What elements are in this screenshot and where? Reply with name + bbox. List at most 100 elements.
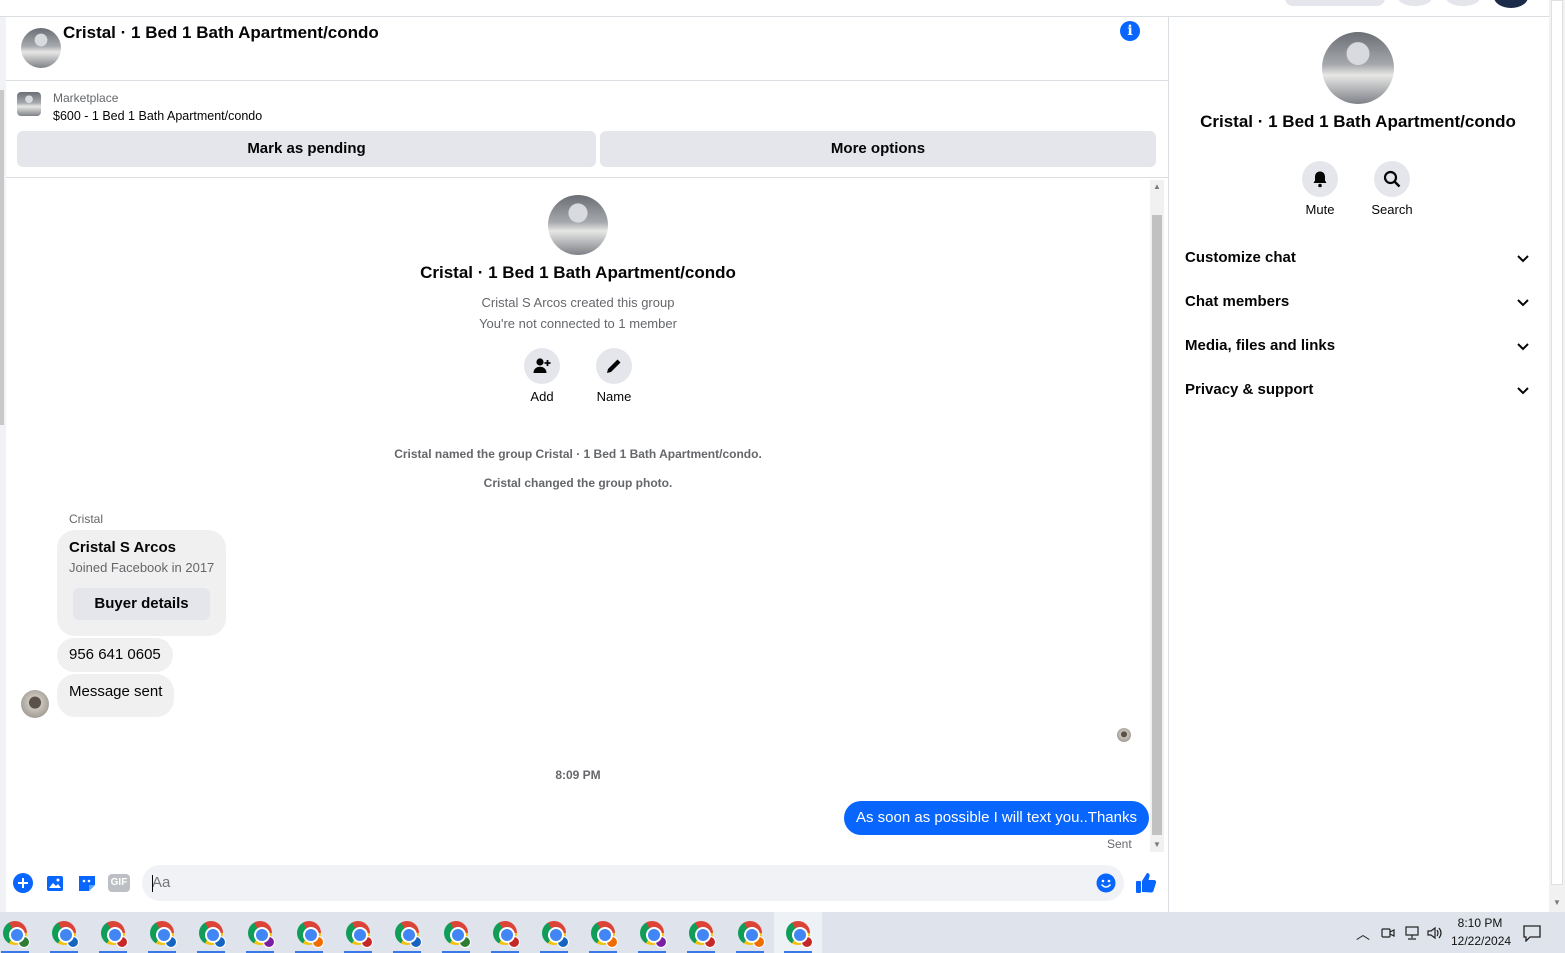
chrome-icon <box>640 920 667 948</box>
show-hidden-icons-icon[interactable]: ︿ <box>1356 924 1370 944</box>
taskbar-chrome-window[interactable] <box>285 912 333 953</box>
search-in-chat-button[interactable] <box>1374 161 1410 197</box>
mute-button[interactable] <box>1302 161 1338 197</box>
bell-icon <box>1313 171 1327 188</box>
chrome-icon <box>52 920 79 948</box>
details-title: Cristal · 1 Bed 1 Bath Apartment/condo <box>1200 112 1516 131</box>
left-scrollbar-thumb[interactable] <box>0 90 4 425</box>
meet-now-icon[interactable] <box>1381 926 1395 940</box>
profile-badge-icon <box>67 935 79 948</box>
chevron-down-icon[interactable] <box>1517 255 1529 263</box>
listing-thumbnail[interactable] <box>17 92 41 116</box>
read-receipt-avatar <box>1117 728 1131 742</box>
plus-circle-icon[interactable] <box>13 873 33 893</box>
scroll-down-arrow-icon[interactable]: ▼ <box>1153 840 1161 849</box>
customize-chat-section[interactable]: Customize chat <box>1185 249 1296 266</box>
group-photo[interactable] <box>548 195 608 255</box>
group-name: Cristal · 1 Bed 1 Bath Apartment/condo <box>420 263 736 282</box>
listing-title[interactable]: $600 - 1 Bed 1 Bath Apartment/condo <box>53 109 262 123</box>
chrome-icon <box>297 920 324 948</box>
outgoing-message-bubble[interactable]: As soon as possible I will text you..Tha… <box>844 801 1149 835</box>
network-icon[interactable] <box>1404 926 1420 940</box>
chrome-icon <box>493 920 520 948</box>
gif-icon[interactable]: GIF <box>108 874 130 892</box>
photo-icon[interactable] <box>45 873 65 893</box>
taskbar-chrome-window[interactable] <box>138 912 186 953</box>
delivery-status: Sent <box>1107 837 1132 851</box>
clock-date[interactable]: 12/22/2024 <box>1451 934 1511 948</box>
taskbar-chrome-window[interactable] <box>530 912 578 953</box>
chrome-icon <box>689 920 716 948</box>
emoji-icon[interactable] <box>1096 873 1116 893</box>
top-search-pill[interactable] <box>1285 0 1385 6</box>
profile-badge-icon <box>655 935 667 948</box>
text-caret <box>152 875 153 892</box>
page-scroll-down-icon[interactable]: ▼ <box>1553 898 1561 907</box>
name-label: Name <box>596 389 632 404</box>
taskbar-chrome-window[interactable] <box>187 912 235 953</box>
taskbar-chrome-window[interactable] <box>40 912 88 953</box>
marketplace-label: Marketplace <box>53 91 119 105</box>
media-files-links-section[interactable]: Media, files and links <box>1185 337 1335 354</box>
pencil-icon <box>607 359 621 373</box>
sticker-icon[interactable] <box>77 873 97 893</box>
profile-badge-icon <box>361 935 373 948</box>
sender-name: Cristal <box>69 512 104 526</box>
chrome-icon <box>738 920 765 948</box>
chrome-icon <box>101 920 128 948</box>
page-scrollbar-thumb[interactable] <box>1551 0 1563 885</box>
chevron-down-icon[interactable] <box>1517 343 1529 351</box>
profile-badge-icon <box>557 935 569 948</box>
taskbar-chrome-window[interactable] <box>432 912 480 953</box>
profile-badge-icon <box>165 935 177 948</box>
buyer-details-button[interactable]: Buyer details <box>73 588 210 620</box>
divider <box>6 177 1168 178</box>
message-input[interactable] <box>152 874 1052 891</box>
taskbar-chrome-window[interactable] <box>677 912 725 953</box>
privacy-support-section[interactable]: Privacy & support <box>1185 381 1313 398</box>
taskbar-chrome-window[interactable] <box>579 912 627 953</box>
taskbar-chrome-window[interactable] <box>481 912 529 953</box>
chat-members-section[interactable]: Chat members <box>1185 293 1289 310</box>
profile-badge-icon <box>18 935 30 948</box>
chevron-down-icon[interactable] <box>1517 299 1529 307</box>
message-bubble[interactable]: Message sent <box>57 674 175 717</box>
thumbs-up-icon[interactable] <box>1134 871 1158 895</box>
taskbar-chrome-window[interactable] <box>726 912 774 953</box>
mark-as-pending-button[interactable]: Mark as pending <box>17 131 596 167</box>
volume-icon[interactable] <box>1427 926 1443 940</box>
taskbar-chrome-window[interactable] <box>774 912 822 953</box>
profile-badge-icon <box>508 935 520 948</box>
chat-scrollbar-thumb[interactable] <box>1152 215 1162 835</box>
group-avatar[interactable] <box>21 28 61 68</box>
taskbar-chrome-window[interactable] <box>383 912 431 953</box>
rename-group-button[interactable] <box>596 348 632 384</box>
group-creator-line: Cristal S Arcos created this group <box>481 295 675 310</box>
clock-time[interactable]: 8:10 PM <box>1451 916 1509 930</box>
chat-title[interactable]: Cristal · 1 Bed 1 Bath Apartment/condo <box>63 23 379 43</box>
system-message: Cristal named the group Cristal · 1 Bed … <box>394 447 762 461</box>
message-bubble[interactable]: 956 641 0605 <box>57 638 173 672</box>
mute-label: Mute <box>1305 202 1335 217</box>
chrome-icon <box>150 920 177 948</box>
info-icon[interactable]: i <box>1120 21 1140 41</box>
profile-badge-icon <box>410 935 422 948</box>
notifications-icon[interactable] <box>1522 924 1542 942</box>
more-options-button[interactable]: More options <box>600 131 1156 167</box>
taskbar-chrome-window[interactable] <box>628 912 676 953</box>
taskbar-chrome-window[interactable] <box>0 912 39 953</box>
taskbar-chrome-window[interactable] <box>89 912 137 953</box>
profile-badge-icon <box>263 935 275 948</box>
add-member-button[interactable] <box>524 348 560 384</box>
chat-details-panel <box>1168 17 1549 912</box>
chrome-icon <box>444 920 471 948</box>
details-group-photo[interactable] <box>1322 32 1394 104</box>
taskbar-chrome-window[interactable] <box>334 912 382 953</box>
profile-badge-icon <box>704 935 716 948</box>
chevron-down-icon[interactable] <box>1517 387 1529 395</box>
scroll-up-arrow-icon[interactable]: ▲ <box>1153 182 1161 191</box>
taskbar-chrome-window[interactable] <box>236 912 284 953</box>
sender-avatar[interactable] <box>21 690 49 718</box>
chrome-icon <box>248 920 275 948</box>
buyer-name[interactable]: Cristal S Arcos <box>69 539 176 556</box>
